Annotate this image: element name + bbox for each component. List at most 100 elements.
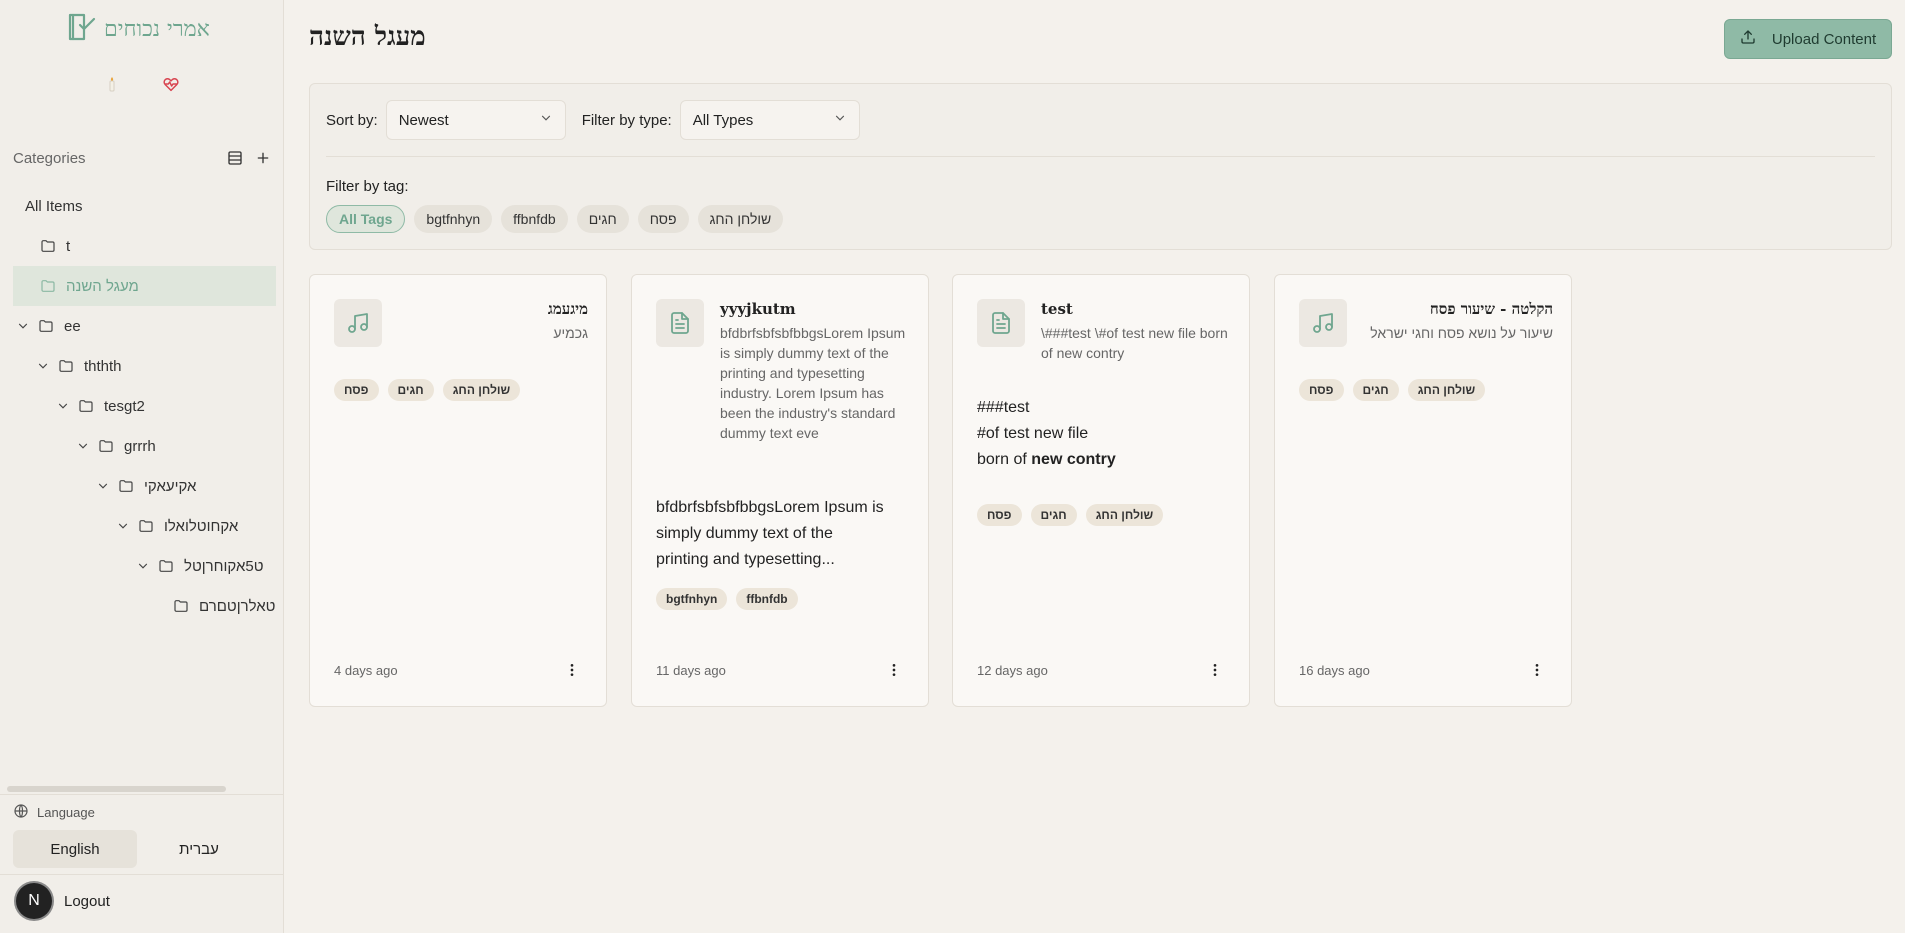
document-icon (656, 299, 704, 347)
logo-text: אמרי נכוחים (104, 17, 210, 42)
chevron-down-icon[interactable] (93, 479, 113, 493)
card-footer: 4 days ago (334, 660, 582, 680)
chevron-down-icon (539, 111, 553, 129)
sidebar-scrollbar[interactable] (7, 786, 226, 792)
card-tag[interactable]: חגים (1352, 379, 1399, 401)
upload-icon (1740, 29, 1756, 49)
logout-button[interactable]: Logout (64, 893, 110, 910)
sort-value: Newest (398, 111, 449, 129)
card-tag[interactable]: שולחן החג (1085, 504, 1164, 526)
card-tag[interactable]: bgtfnhyn (656, 588, 728, 610)
chevron-down-icon[interactable] (73, 439, 93, 453)
add-category-icon[interactable] (253, 148, 273, 168)
card-body-text: #of test new file (977, 425, 1089, 442)
music-icon (1299, 299, 1347, 347)
tag-filter-chip[interactable]: ffbnfdb (501, 205, 568, 233)
sidebar-tree-label: אקחוטלואלו (164, 517, 239, 535)
card-title: מיגעמג (547, 300, 588, 318)
card-tag[interactable]: ffbnfdb (736, 588, 798, 610)
avatar[interactable]: N (16, 883, 52, 919)
sidebar-tree-label: t (66, 237, 71, 255)
more-options-icon[interactable] (562, 660, 582, 680)
card-description: שיעור על נושא פסח וחגי ישראל (1370, 325, 1553, 341)
sidebar-tree-item[interactable]: ththth (13, 346, 276, 386)
sidebar-tree-label: מעגל השנה (66, 277, 139, 295)
card-body-line: bfdbrfsbfsbfbbgsLorem Ipsum is (656, 495, 910, 521)
card-body-line: ###test (977, 395, 1231, 421)
upload-content-button[interactable]: Upload Content (1724, 19, 1892, 59)
sidebar-tree-item[interactable]: All Items (13, 186, 276, 226)
tag-filter-chip[interactable]: bgtfnhyn (414, 205, 493, 233)
content-card[interactable]: מיגעמג גכמיע פסח חגים שולחן החג 4 days ago (309, 274, 607, 707)
card-body-line: #of test new file (977, 421, 1231, 447)
card-date: 12 days ago (977, 662, 1048, 678)
tag-filter-chip[interactable]: All Tags (326, 205, 406, 233)
card-body-text: born of (977, 451, 1032, 468)
chevron-down-icon[interactable] (13, 319, 33, 333)
heart-pulse-icon[interactable] (163, 76, 179, 96)
sidebar-tree-label: ththth (84, 357, 122, 375)
sidebar-tree-item[interactable]: ee (13, 306, 276, 346)
globe-icon (13, 803, 29, 822)
card-tag[interactable]: חגים (1030, 504, 1077, 526)
card-body-preview: ###test #of test new file born of new cont… (977, 395, 1231, 473)
card-description: \###test \#of test new file born of new … (1041, 325, 1228, 361)
sidebar-tree-item[interactable]: אקחוטלואלו (13, 506, 276, 546)
tag-filter-chip[interactable]: שולחן החג (697, 205, 784, 233)
sidebar-tree-item[interactable]: grrrh (13, 426, 276, 466)
upload-content-label: Upload Content (1771, 30, 1877, 48)
sidebar-tree-item[interactable]: ט5אקוחרןטל (13, 546, 276, 586)
filters-divider (326, 156, 1875, 157)
content-card[interactable]: הקלטה - שיעור פסח שיעור על נושא פסח וחגי … (1274, 274, 1572, 707)
folder-icon (173, 598, 189, 614)
card-tag[interactable]: חגים (387, 379, 434, 401)
card-body-preview: bfdbrfsbfsbfbbgsLorem Ipsum is simply dum… (656, 495, 910, 573)
content-card[interactable]: test \###test \#of test new file born of … (952, 274, 1250, 707)
chevron-down-icon (833, 111, 847, 129)
tag-filter-chip[interactable]: חגים (576, 205, 629, 233)
folder-icon (40, 278, 56, 294)
app-logo[interactable]: אמרי נכוחים (66, 12, 210, 46)
chevron-down-icon[interactable] (133, 559, 153, 573)
card-tag[interactable]: פסח (1299, 379, 1344, 401)
card-body-line: simply dummy text of the (656, 521, 910, 547)
chevron-down-icon[interactable] (33, 359, 53, 373)
folder-icon (58, 358, 74, 374)
tag-filter-chip[interactable]: פסח (637, 205, 689, 233)
more-options-icon[interactable] (884, 660, 904, 680)
card-tag[interactable]: פסח (334, 379, 379, 401)
card-description: bfdbrfsbfsbfbbgsLorem Ipsum is simply du… (720, 325, 906, 441)
logout-row[interactable]: N Logout (0, 874, 284, 927)
sort-label: Sort by: (326, 111, 378, 129)
sidebar-tree-item[interactable]: tesgt2 (13, 386, 276, 426)
chevron-down-icon[interactable] (53, 399, 73, 413)
card-tag[interactable]: שולחן החג (1407, 379, 1486, 401)
sidebar-tree-item[interactable]: קחטאלרןטםרם (13, 586, 276, 626)
page-title: מעגל השנה (309, 22, 426, 52)
folder-icon (118, 478, 134, 494)
tag-filter-label: Filter by tag: (326, 178, 409, 195)
lang-hebrew-button[interactable]: עברית (137, 830, 261, 868)
sidebar-tree-item[interactable]: מעגל השנה (13, 266, 276, 306)
card-tags: פסח חגים שולחן החג (334, 379, 521, 401)
more-options-icon[interactable] (1205, 660, 1225, 680)
quick-icons (105, 76, 179, 96)
lang-english-button[interactable]: English (13, 830, 137, 868)
chevron-down-icon[interactable] (113, 519, 133, 533)
card-tag[interactable]: שולחן החג (442, 379, 521, 401)
sidebar-tree-item[interactable]: אקיעאקי (13, 466, 276, 506)
card-body-text: ###test (977, 399, 1030, 416)
list-view-icon[interactable] (225, 148, 245, 168)
content-card[interactable]: yyyjkutm bfdbrfsbfsbfbbgsLorem Ipsum is s… (631, 274, 929, 707)
sidebar-tree-label: קחטאלרןטםרם (199, 597, 276, 615)
folder-icon (138, 518, 154, 534)
more-options-icon[interactable] (1527, 660, 1547, 680)
card-body-text: bfdbrfsbfsbfbbgsLorem Ipsum is (656, 499, 884, 516)
candle-icon[interactable] (105, 76, 119, 96)
sort-select[interactable]: Newest (385, 100, 566, 140)
book-check-icon (66, 12, 98, 46)
sidebar-tree-item[interactable]: t (13, 226, 276, 266)
card-tag[interactable]: פסח (977, 504, 1022, 526)
type-filter-select[interactable]: All Types (679, 100, 860, 140)
card-body-text: simply dummy text of the (656, 525, 833, 542)
